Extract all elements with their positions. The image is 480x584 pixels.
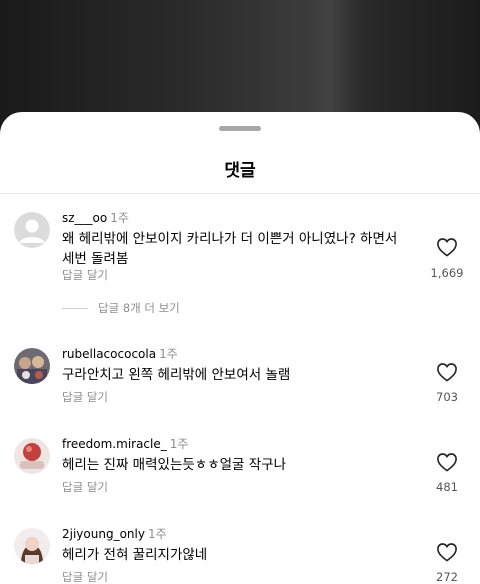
comment-meta: sz___oo 1주 (62, 209, 129, 226)
avatar[interactable] (14, 528, 50, 564)
heart-icon[interactable] (436, 452, 458, 472)
heart-icon[interactable] (436, 362, 458, 382)
timestamp: 1주 (169, 437, 189, 451)
timestamp: 1주 (159, 347, 178, 361)
comment-meta: freedom.miracle_ 1주 (62, 435, 188, 452)
view-more-replies[interactable]: 답글 8개 더 보기 (62, 300, 180, 316)
like-count: 703 (436, 390, 458, 404)
reply-button[interactable]: 답글 달기 (62, 389, 108, 405)
timestamp: 1주 (147, 527, 167, 541)
comment-text: 왜 헤리밖에 안보이지 카리나가 더 이쁜거 아니였나? 하면서 세번 돌려봄 (62, 231, 398, 267)
reply-button[interactable]: 답글 달기 (62, 479, 108, 495)
comment-meta: rubellacococola 1주 (62, 345, 178, 362)
avatar[interactable] (14, 212, 50, 248)
profile-photo-icon (14, 438, 50, 474)
video-backdrop (0, 0, 480, 130)
comment-text: 헤리가 전혀 꿀리지가않네 (62, 547, 208, 563)
like-count: 1,669 (430, 266, 464, 280)
replies-line (62, 308, 88, 309)
reply-button[interactable]: 답글 달기 (62, 569, 108, 584)
username[interactable]: sz___oo (62, 211, 107, 225)
backdrop-light (300, 0, 360, 130)
username[interactable]: 2jiyoung_only (62, 527, 145, 541)
header-divider (0, 193, 480, 194)
drag-handle[interactable] (219, 126, 261, 131)
like-count: 272 (436, 570, 458, 584)
avatar[interactable] (14, 438, 50, 474)
profile-photo-icon (14, 528, 50, 564)
default-avatar-icon (14, 212, 50, 248)
heart-icon[interactable] (436, 237, 458, 257)
comment-meta: 2jiyoung_only 1주 (62, 525, 167, 542)
heart-icon[interactable] (436, 542, 458, 562)
comments-sheet: 댓글 sz___oo 1주 왜 헤리밖에 안보이지 카리나가 더 이쁜거 아니였나… (0, 112, 480, 584)
profile-photo-icon (14, 348, 50, 384)
comment-text: 구라안치고 왼쪽 헤리밖에 안보여서 놀램 (62, 367, 291, 383)
timestamp: 1주 (110, 211, 129, 225)
comment-text: 헤리는 진짜 매력있는듯ㅎㅎ얼굴 작구나 (62, 457, 287, 473)
reply-button[interactable]: 답글 달기 (62, 267, 108, 283)
username[interactable]: rubellacococola (62, 347, 156, 361)
like-count: 481 (436, 480, 458, 494)
sheet-title: 댓글 (224, 161, 256, 181)
view-replies-label: 답글 8개 더 보기 (98, 301, 180, 315)
username[interactable]: freedom.miracle_ (62, 437, 167, 451)
avatar[interactable] (14, 348, 50, 384)
